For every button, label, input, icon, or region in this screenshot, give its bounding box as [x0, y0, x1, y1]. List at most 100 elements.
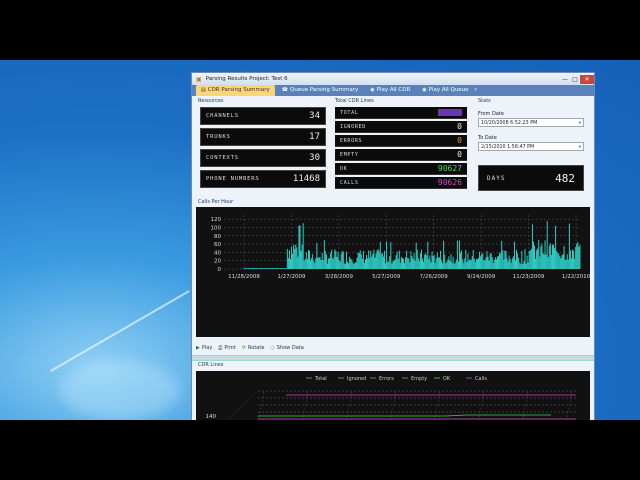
x-tick-label: 11/28/2008 — [228, 274, 260, 280]
y-tick-label: 140 — [206, 414, 217, 420]
cdr-line-errors: ERRORS 0 — [335, 135, 467, 147]
x-tick-label: 1/22/2010 — [562, 274, 590, 280]
days-value: 482 — [555, 171, 575, 185]
desktop-glow — [60, 360, 180, 420]
queue-icon: ☎ — [281, 87, 289, 93]
x-tick-label: 1/27/2009 — [277, 274, 306, 280]
stats-title: Stats — [478, 98, 491, 104]
y-tick-label: 20 — [214, 259, 221, 265]
cdr-line-label: IGNORED — [340, 123, 366, 130]
y-tick-label: 100 — [211, 225, 222, 231]
tab-label: Play All Queue — [428, 87, 469, 93]
print-label: Print — [224, 345, 236, 351]
tab-play-all-queue[interactable]: ◉ Play All Queue ✕ — [417, 85, 482, 96]
to-date-picker[interactable]: 2/15/2010 1:56:47 PM ▾ — [478, 142, 584, 151]
play-icon: ◉ — [370, 87, 375, 93]
show-data-icon: ◌ — [270, 345, 275, 351]
cdr-line-value: 90626 — [437, 178, 462, 187]
y-tick-label: 0 — [218, 267, 222, 273]
tab-label: Play All CDR — [376, 87, 411, 93]
window-titlebar[interactable]: ▣ Parsing Results Project: Test 6 — □ ✕ — [192, 73, 594, 85]
cdr-line-value: 90627 — [437, 164, 462, 173]
rotate-button[interactable]: ⟳ Rotate — [242, 345, 265, 351]
legend-entry: Calls — [475, 376, 487, 382]
resource-value: 17 — [309, 132, 320, 142]
resource-label: PHONE NUMBERS — [206, 176, 260, 182]
cdr-line-label: TOTAL — [340, 109, 359, 116]
total-value-block — [438, 109, 462, 116]
days-label: DAYS — [487, 174, 506, 182]
chart-background — [196, 207, 590, 337]
x-tick-label: 11/23/2009 — [513, 274, 545, 280]
resource-trunks: TRUNKS 17 — [200, 128, 326, 146]
play-icon: ▶ — [196, 345, 200, 351]
legend-entry: Ignored — [347, 376, 366, 382]
y-tick-label: 120 — [211, 217, 222, 223]
y-tick-label: 60 — [214, 242, 221, 248]
tab-label: Queue Parsing Summary — [290, 87, 359, 93]
tab-queue-parsing-summary[interactable]: ☎ Queue Parsing Summary — [277, 85, 363, 96]
maximize-button[interactable]: □ — [570, 75, 580, 84]
cdr-line-label: OK — [340, 165, 348, 172]
calls-per-hour-title: Calls Per Hour — [198, 199, 234, 205]
resource-channels: CHANNELS 34 — [200, 107, 326, 125]
show-data-label: Show Data — [276, 345, 304, 351]
resource-value: 30 — [309, 153, 320, 163]
minimize-button[interactable]: — — [560, 75, 570, 84]
from-date-value: 10/20/2008 6:52:23 PM — [481, 121, 538, 126]
show-data-button[interactable]: ◌ Show Data — [270, 345, 303, 351]
cdr-line-value: 0 — [457, 136, 462, 145]
desktop-background: ▣ Parsing Results Project: Test 6 — □ ✕ … — [0, 60, 640, 420]
from-date-picker[interactable]: 10/20/2008 6:52:23 PM ▾ — [478, 118, 584, 127]
x-tick-label: 3/28/2009 — [325, 274, 354, 280]
cdr-line-total: TOTAL — [335, 107, 467, 119]
days-display: DAYS 482 — [478, 165, 584, 191]
tab-bar: ▤ CDR Parsing Summary ☎ Queue Parsing Su… — [192, 85, 594, 96]
to-date-label: To Date — [478, 135, 497, 141]
rotate-icon: ⟳ — [241, 345, 247, 351]
resource-phone-numbers: PHONE NUMBERS 11468 — [200, 170, 326, 188]
total-cdr-title: Total CDR Lines — [335, 98, 374, 104]
y-tick-label: 80 — [214, 234, 221, 240]
play-button[interactable]: ▶ Play — [196, 345, 212, 351]
resources-title: Resources — [198, 98, 224, 104]
print-icon: ⎙ — [218, 345, 223, 351]
close-tab-icon[interactable]: ✕ — [474, 86, 478, 95]
x-tick-label: 7/26/2009 — [420, 274, 449, 280]
resource-label: TRUNKS — [206, 134, 231, 140]
summary-icon: ▤ — [201, 87, 206, 93]
dropdown-arrow-icon[interactable]: ▾ — [579, 143, 581, 152]
legend-entry: Total — [314, 376, 327, 382]
cdr-line-value: 0 — [457, 150, 462, 159]
from-date-label: From Date — [478, 111, 504, 117]
play-label: Play — [201, 345, 213, 351]
chart-toolbar: ▶ Play ⎙ Print ⟳ Rotate ◌ Show Data — [196, 343, 590, 353]
legend-entry: Empty — [411, 376, 427, 382]
tab-play-all-cdr[interactable]: ◉ Play All CDR — [365, 85, 415, 96]
cdr-lines-title: CDR Lines — [198, 362, 224, 368]
cdr-line-label: ERRORS — [340, 137, 363, 144]
resource-value: 34 — [309, 111, 320, 121]
resource-value: 11468 — [292, 174, 320, 184]
cdr-lines-chart: TotalIgnoredErrorsEmptyOKCalls1401201008… — [196, 371, 590, 420]
cdr-line-calls: CALLS 90626 — [335, 177, 467, 189]
cdr-line-label: CALLS — [340, 179, 359, 186]
rotate-label: Rotate — [248, 345, 265, 351]
resource-label: CHANNELS — [206, 113, 239, 119]
resource-label: CONTEXTS — [206, 155, 239, 161]
resource-contexts: CONTEXTS 30 — [200, 149, 326, 167]
window-title: Parsing Results Project: Test 6 — [205, 76, 288, 82]
dropdown-arrow-icon[interactable]: ▾ — [579, 119, 581, 128]
panel-splitter[interactable] — [192, 355, 594, 361]
print-button[interactable]: ⎙ Print — [218, 345, 236, 351]
cdr-line-value: 0 — [457, 122, 462, 131]
x-tick-label: 9/24/2009 — [467, 274, 496, 280]
close-button[interactable]: ✕ — [580, 74, 594, 84]
cdr-line-label: EMPTY — [340, 151, 359, 158]
legend-entry: OK — [443, 376, 451, 382]
tab-cdr-parsing-summary[interactable]: ▤ CDR Parsing Summary — [196, 85, 275, 96]
cdr-line-ignored: IGNORED 0 — [335, 121, 467, 133]
parsing-results-window: ▣ Parsing Results Project: Test 6 — □ ✕ … — [191, 72, 595, 420]
calls-per-hour-chart: 0 20 40 60 80 100 120 11/28/2008 1/27/2009 3/28/2… — [196, 207, 590, 337]
to-date-value: 2/15/2010 1:56:47 PM — [481, 145, 535, 150]
